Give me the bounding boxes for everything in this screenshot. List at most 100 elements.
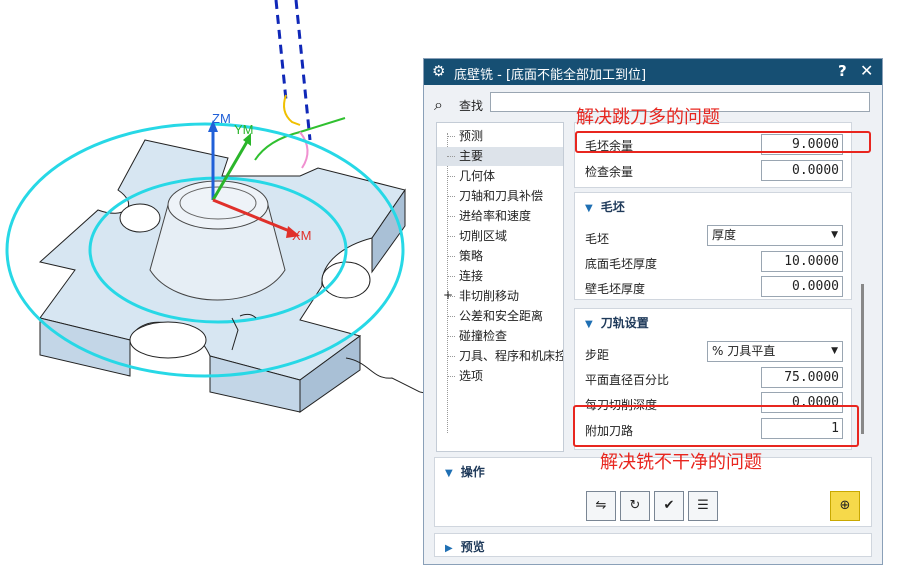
verify-button[interactable]: ✔ [654, 491, 684, 521]
diameter-percent-label: 平面直径百分比 [585, 373, 670, 387]
diameter-percent-field[interactable]: 75.0000 [761, 367, 843, 388]
tree-item[interactable]: 主要 [437, 147, 563, 166]
list-icon: ☰ [697, 498, 709, 513]
verify-icon: ✔ [663, 498, 675, 513]
tree-item[interactable]: 预测 [437, 127, 563, 146]
blank-type-select[interactable]: 厚度 ▼ [707, 225, 843, 246]
tree-item[interactable]: 碰撞检查 [437, 327, 563, 346]
stepover-label: 步距 [585, 348, 610, 362]
tree-branch-line [447, 236, 455, 237]
notch-right [321, 261, 371, 299]
stepover-select[interactable]: % 刀具平直 ▼ [707, 341, 843, 362]
tree-branch-line [447, 256, 455, 257]
tool-axis-dashed-right [294, 0, 312, 141]
tree-item[interactable]: 刀轴和刀具补偿 [437, 187, 563, 206]
xm-label: XM [292, 228, 312, 243]
tree-item[interactable]: 切削区域 [437, 227, 563, 246]
tool-path-pink [299, 131, 309, 169]
annotation-top-note: 解决跳刀多的问题 [576, 107, 720, 128]
tree-item[interactable]: 选项 [437, 367, 563, 386]
expand-plus-icon[interactable]: + [443, 287, 453, 305]
expand-triangle-icon: ▶ [445, 543, 453, 554]
notch-bottom [129, 321, 207, 359]
annotation-box-blank-allowance [575, 131, 871, 153]
tree-item-label: 选项 [459, 369, 484, 383]
stepover-value: % 刀具平直 [712, 344, 776, 358]
wall-thickness-field[interactable]: 0.0000 [761, 276, 843, 297]
tree-branch-line [447, 276, 455, 277]
bottom-thickness-field[interactable]: 10.0000 [761, 251, 843, 272]
tree-item-label: 预测 [459, 129, 484, 143]
replay-icon: ↻ [629, 498, 641, 513]
blank-type-value: 厚度 [712, 228, 737, 242]
tree-item-label: 连接 [459, 269, 484, 283]
tree-item-label: 几何体 [459, 169, 496, 183]
tool-path-yellow [283, 94, 301, 126]
blank-section: ▼ 毛坯 毛坯 厚度 ▼ 底面毛坯厚度 10.0000 壁毛坯厚度 0.0000 [574, 192, 852, 300]
tree-item[interactable]: 公差和安全距离 [437, 307, 563, 326]
tree-item[interactable]: 几何体 [437, 167, 563, 186]
blank-section-header[interactable]: ▼ 毛坯 [585, 198, 625, 215]
binoculars-icon: ⌕ [434, 95, 443, 114]
collapse-triangle-icon: ▼ [585, 319, 593, 330]
dialog-titlebar[interactable]: ⚙ 底壁铣 - [底面不能全部加工到位] ? ✕ [424, 59, 882, 85]
tree-branch-line [447, 136, 455, 137]
navigation-tree: 预测主要几何体刀轴和刀具补偿 进给率和速度 切削区域策略连接 + 非切削移动公差和安全距… [436, 122, 564, 510]
dropdown-arrow-icon: ▼ [831, 346, 838, 356]
list-button[interactable]: ☰ [688, 491, 718, 521]
actions-section-header[interactable]: ▼ 操作 [445, 463, 485, 480]
blank-section-title: 毛坯 [600, 200, 625, 214]
toolpath-section-title: 刀轨设置 [600, 316, 649, 330]
tree-item-label: 非切削移动 [459, 289, 520, 303]
annotation-box-extra-passes [573, 405, 859, 447]
tree-item[interactable]: 连接 [437, 267, 563, 286]
dialog-title: 底壁铣 - [底面不能全部加工到位] [454, 68, 647, 83]
generate-icon: ⇋ [595, 498, 607, 513]
tree-item-label: 刀轴和刀具补偿 [459, 189, 544, 203]
notch-left [119, 203, 161, 233]
tree-item[interactable]: 策略 [437, 247, 563, 266]
replay-button[interactable]: ↻ [620, 491, 650, 521]
tree-item[interactable]: 刀具、程序和机床控制 [437, 347, 563, 366]
tree-item[interactable]: 进给率和速度 [437, 207, 563, 226]
help-button[interactable]: ? [838, 62, 847, 80]
tree-item-label: 切削区域 [459, 229, 508, 243]
collapse-triangle-icon: ▼ [445, 468, 453, 479]
tree-item-label: 策略 [459, 249, 484, 263]
tree-item-label: 刀具、程序和机床控制 [459, 349, 563, 363]
preview-section-title: 预览 [460, 540, 485, 554]
annotation-bottom-note: 解决铣不干净的问题 [600, 452, 762, 473]
tree-branch-line [447, 156, 455, 157]
tree-branch-line [447, 356, 455, 357]
tree-branch-line [447, 176, 455, 177]
tree-branch-line [447, 196, 455, 197]
collapse-triangle-icon: ▼ [585, 203, 593, 214]
display-button[interactable]: ⊕ [830, 491, 860, 521]
check-allowance-label: 检查余量 [585, 165, 634, 179]
boss-top [167, 180, 269, 230]
tree-branch-line [447, 376, 455, 377]
toolpath-section-header[interactable]: ▼ 刀轨设置 [585, 314, 649, 331]
tree-branch-line [447, 316, 455, 317]
close-button[interactable]: ✕ [860, 61, 873, 80]
find-label: 查找 [459, 99, 484, 113]
tree-item[interactable]: + 非切削移动 [437, 287, 563, 306]
right-pane-scrollbar[interactable] [861, 284, 864, 434]
dropdown-arrow-icon: ▼ [831, 230, 838, 240]
actions-section-title: 操作 [460, 465, 485, 479]
bottom-thickness-label: 底面毛坯厚度 [585, 257, 658, 271]
blank-type-label: 毛坯 [585, 232, 610, 246]
tree-item-label: 进给率和速度 [459, 209, 532, 223]
preview-section-header[interactable]: ▶ 预览 [445, 538, 485, 555]
tree-branch-line [447, 336, 455, 337]
zm-label: ZM [212, 111, 231, 126]
part-viewport[interactable]: ZM YM XM [0, 0, 420, 565]
generate-button[interactable]: ⇋ [586, 491, 616, 521]
tree-branch-line [447, 216, 455, 217]
check-allowance-field[interactable]: 0.0000 [761, 160, 843, 181]
ym-label: YM [234, 122, 254, 137]
tool-axis-dashed-left [274, 0, 288, 101]
wall-thickness-label: 壁毛坯厚度 [585, 282, 646, 296]
tree-item-label: 碰撞检查 [459, 329, 508, 343]
tree-item-label: 主要 [459, 149, 484, 163]
